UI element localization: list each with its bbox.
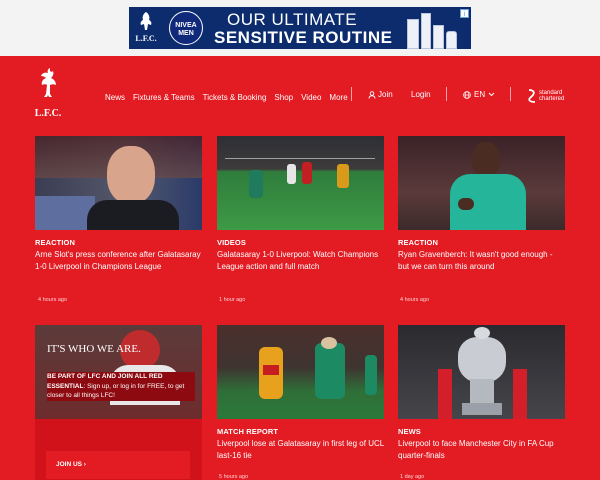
nav-fixtures-teams[interactable]: Fixtures & Teams: [133, 93, 195, 102]
article-category: REACTION: [35, 238, 75, 247]
article-time: 4 hours ago: [38, 297, 68, 303]
ad-product-image: [407, 11, 457, 49]
article-category: MATCH REPORT: [217, 427, 279, 436]
join-label: Join: [378, 90, 393, 99]
nav-news[interactable]: News: [105, 93, 125, 102]
article-time: 4 hours ago: [400, 297, 430, 303]
article-category: REACTION: [398, 238, 438, 247]
site-header: L.F.C. News Fixtures & Teams Tickets & B…: [0, 56, 600, 132]
nav-divider: [446, 87, 447, 101]
article-thumbnail: [398, 136, 565, 230]
article-title[interactable]: Galatasaray 1-0 Liverpool: Watch Champio…: [217, 249, 384, 273]
article-time: 1 day ago: [400, 474, 425, 480]
article-time: 1 hour ago: [219, 297, 246, 303]
ad-info-icon[interactable]: i: [460, 9, 469, 18]
nav-shop[interactable]: Shop: [274, 93, 293, 102]
language-selector[interactable]: EN: [463, 90, 495, 99]
ad-lfc-crest: L.F.C.: [133, 10, 159, 46]
article-time: 5 hours ago: [219, 474, 249, 480]
article-card[interactable]: MATCH REPORT Liverpool lose at Galatasar…: [217, 325, 384, 462]
join-link[interactable]: Join: [368, 90, 393, 99]
standard-chartered-logo[interactable]: standard chartered: [527, 89, 564, 103]
ad-headline-2: SENSITIVE ROUTINE: [214, 28, 393, 47]
nivea-logo: NIVEA MEN: [169, 11, 203, 45]
ad-lfc-label: L.F.C.: [135, 34, 157, 43]
liverbird-icon: [41, 68, 56, 97]
article-card[interactable]: REACTION Ryan Gravenberch: It wasn't goo…: [398, 136, 565, 273]
sponsor-line2: chartered: [539, 96, 565, 102]
language-label: EN: [474, 90, 486, 99]
main-nav: News Fixtures & Teams Tickets & Booking …: [105, 90, 356, 104]
globe-icon: [463, 90, 471, 99]
article-title[interactable]: Ryan Gravenberch: It wasn't good enough …: [398, 249, 565, 273]
ad-headline-1: OUR ULTIMATE: [227, 10, 358, 29]
article-thumbnail: [217, 136, 384, 230]
nav-tickets-booking[interactable]: Tickets & Booking: [203, 93, 267, 102]
nav-video[interactable]: Video: [301, 93, 321, 102]
chevron-down-icon: [488, 92, 495, 97]
article-title[interactable]: Arne Slot's press conference after Galat…: [35, 249, 202, 273]
nav-divider: [510, 87, 511, 101]
nav-more[interactable]: More: [329, 93, 347, 102]
ad-bar: L.F.C. NIVEA MEN OUR ULTIMATE SENSITIVE …: [0, 0, 600, 56]
article-title[interactable]: Liverpool lose at Galatasaray in first l…: [217, 438, 384, 462]
liverbird-icon: [140, 12, 152, 30]
login-link[interactable]: Login: [411, 90, 431, 99]
promo-copy: BE PART OF LFC AND JOIN ALL RED ESSENTIA…: [47, 372, 195, 401]
article-thumbnail: [398, 325, 565, 419]
article-card[interactable]: REACTION Arne Slot's press conference af…: [35, 136, 202, 273]
user-icon: [368, 90, 376, 99]
promo-image-text: IT'S WHO WE ARE.: [47, 343, 141, 355]
article-card[interactable]: VIDEOS Galatasaray 1-0 Liverpool: Watch …: [217, 136, 384, 273]
article-title[interactable]: Liverpool to face Manchester City in FA …: [398, 438, 565, 462]
nivea-ad-banner[interactable]: L.F.C. NIVEA MEN OUR ULTIMATE SENSITIVE …: [129, 7, 471, 49]
article-thumbnail: [217, 325, 384, 419]
article-category: VIDEOS: [217, 238, 246, 247]
article-card[interactable]: NEWS Liverpool to face Manchester City i…: [398, 325, 565, 462]
nav-divider: [351, 87, 352, 101]
lfc-logo[interactable]: L.F.C.: [33, 66, 63, 119]
join-us-button[interactable]: JOIN US ›: [46, 451, 190, 479]
article-thumbnail: [35, 136, 202, 230]
article-category: NEWS: [398, 427, 421, 436]
standard-chartered-icon: [528, 89, 536, 103]
logo-text: L.F.C.: [34, 108, 62, 119]
join-promo-card[interactable]: IT'S WHO WE ARE. BE PART OF LFC AND JOIN…: [35, 325, 202, 480]
